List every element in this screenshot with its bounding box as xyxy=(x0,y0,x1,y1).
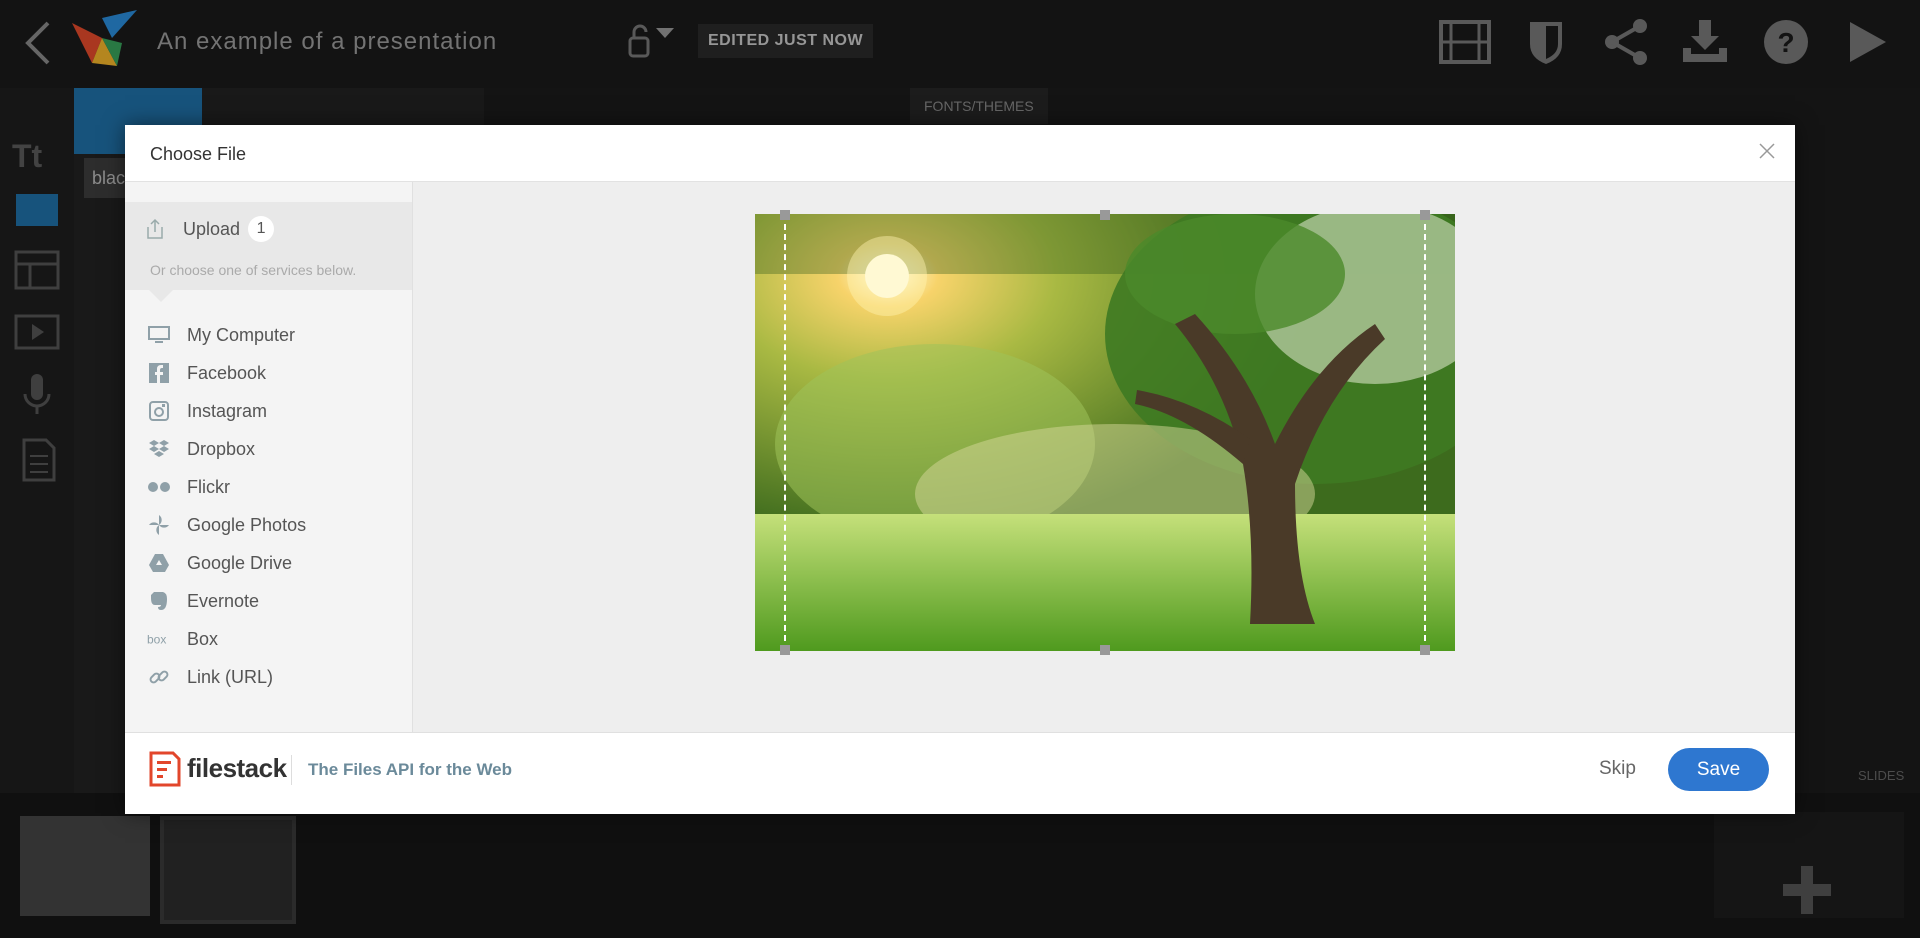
service-label: Flickr xyxy=(187,476,230,497)
upload-label: Upload xyxy=(183,218,241,239)
brand-divider xyxy=(291,755,292,785)
upload-section: Upload 1 Or choose one of services below… xyxy=(125,202,412,290)
upload-caret xyxy=(149,290,173,302)
service-label: Evernote xyxy=(187,590,260,611)
crop-guide-right xyxy=(1424,214,1426,651)
service-my-computer[interactable]: My Computer xyxy=(125,316,412,354)
skip-button[interactable]: Skip xyxy=(1599,758,1636,780)
dialog-header: Choose File xyxy=(125,125,1795,182)
instagram-icon xyxy=(147,400,171,422)
service-label: Google Drive xyxy=(187,552,293,573)
service-facebook[interactable]: Facebook xyxy=(125,354,412,392)
service-flickr[interactable]: Flickr xyxy=(125,468,412,506)
service-evernote[interactable]: Evernote xyxy=(125,582,412,620)
crop-guide-left xyxy=(784,214,786,651)
box-icon: box xyxy=(147,628,171,650)
crop-handle-bottom[interactable] xyxy=(1100,645,1110,655)
service-label: Instagram xyxy=(187,400,268,421)
upload-count-badge: 1 xyxy=(248,216,275,242)
brand-tagline: The Files API for the Web xyxy=(308,760,513,779)
link-icon xyxy=(147,666,171,688)
close-icon[interactable] xyxy=(1755,139,1779,163)
service-label: My Computer xyxy=(187,324,296,345)
dialog-footer: filestack The Files API for the Web Skip… xyxy=(125,732,1795,814)
dialog-title: Choose File xyxy=(150,144,247,164)
brand-name: filestack xyxy=(187,753,287,783)
crop-handle-top[interactable] xyxy=(1100,210,1110,220)
service-label: Link (URL) xyxy=(187,666,274,687)
source-sidebar: Upload 1 Or choose one of services below… xyxy=(125,182,413,732)
tree-photo xyxy=(755,214,1455,651)
upload-icon xyxy=(147,218,163,239)
service-google-drive[interactable]: Google Drive xyxy=(125,544,412,582)
dropbox-icon xyxy=(147,438,171,460)
filestack-logo-icon xyxy=(149,751,181,787)
service-label: Google Photos xyxy=(187,514,307,535)
service-dropbox[interactable]: Dropbox xyxy=(125,430,412,468)
save-button[interactable]: Save xyxy=(1668,748,1769,791)
service-box[interactable]: box Box xyxy=(125,620,412,658)
upload-button[interactable]: Upload 1 xyxy=(145,214,275,244)
flickr-icon xyxy=(147,476,171,498)
crop-handle-top-left[interactable] xyxy=(780,210,790,220)
service-label: Dropbox xyxy=(187,438,256,459)
crop-handle-bottom-left[interactable] xyxy=(780,645,790,655)
monitor-icon xyxy=(147,324,171,346)
preview-area xyxy=(413,182,1795,732)
evernote-icon xyxy=(147,590,171,612)
svg-text:box: box xyxy=(147,633,166,645)
service-label: Box xyxy=(187,628,219,649)
service-list: My Computer Facebook Instagram Dropbox F… xyxy=(125,316,412,696)
service-label: Facebook xyxy=(187,362,267,383)
facebook-icon xyxy=(147,362,171,384)
google-photos-icon xyxy=(147,514,171,536)
crop-handle-bottom-right[interactable] xyxy=(1420,645,1430,655)
service-link-url[interactable]: Link (URL) xyxy=(125,658,412,696)
choose-file-dialog: Choose File Upload 1 Or choose one of se… xyxy=(125,125,1795,814)
service-google-photos[interactable]: Google Photos xyxy=(125,506,412,544)
google-drive-icon xyxy=(147,552,171,574)
image-crop-preview[interactable] xyxy=(755,210,1455,655)
service-instagram[interactable]: Instagram xyxy=(125,392,412,430)
crop-handle-top-right[interactable] xyxy=(1420,210,1430,220)
services-hint: Or choose one of services below. xyxy=(150,262,357,278)
